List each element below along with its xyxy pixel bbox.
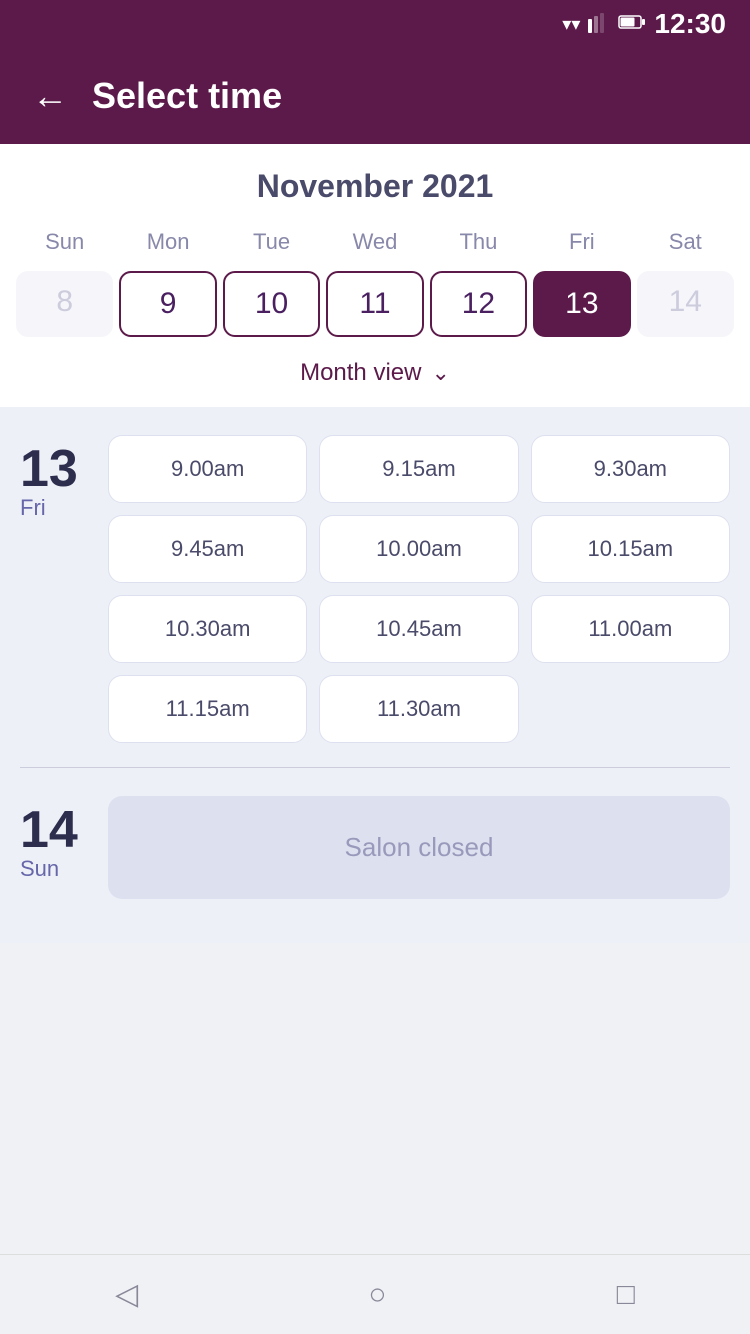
time-slots-section: 13 Fri 9.00am 9.15am 9.30am 9.45am 10.00…	[0, 407, 750, 943]
date-11[interactable]: 11	[326, 271, 423, 337]
date-12[interactable]: 12	[430, 271, 527, 337]
month-title: November 2021	[16, 168, 734, 205]
chevron-down-icon: ⌄	[431, 360, 449, 386]
nav-home-icon[interactable]: ○	[368, 1278, 386, 1312]
slot-930am[interactable]: 9.30am	[531, 435, 730, 503]
bottom-nav: ◁ ○ □	[0, 1254, 750, 1334]
day-block-13: 13 Fri 9.00am 9.15am 9.30am 9.45am 10.00…	[20, 435, 730, 743]
salon-closed-block: Salon closed	[108, 796, 730, 899]
day-headers-row: Sun Mon Tue Wed Thu Fri Sat	[16, 225, 734, 259]
date-13[interactable]: 13	[533, 271, 630, 337]
date-9[interactable]: 9	[119, 271, 216, 337]
day-header-wed: Wed	[326, 225, 423, 259]
slot-945am[interactable]: 9.45am	[108, 515, 307, 583]
day-header-fri: Fri	[533, 225, 630, 259]
day-header-tue: Tue	[223, 225, 320, 259]
day-block-14: 14 Sun Salon closed	[20, 796, 730, 899]
day-label-14: 14 Sun	[20, 796, 92, 899]
slots-grid-13: 9.00am 9.15am 9.30am 9.45am 10.00am 10.1…	[108, 435, 730, 743]
wifi-icon: ▾▾	[562, 14, 580, 35]
slot-1030am[interactable]: 10.30am	[108, 595, 307, 663]
header: ← Select time	[0, 48, 750, 144]
day-header-mon: Mon	[119, 225, 216, 259]
slot-1015am[interactable]: 10.15am	[531, 515, 730, 583]
dates-row: 8 9 10 11 12 13 14	[16, 271, 734, 337]
calendar-section: November 2021 Sun Mon Tue Wed Thu Fri Sa…	[0, 144, 750, 407]
slot-1000am[interactable]: 10.00am	[319, 515, 518, 583]
day-header-thu: Thu	[430, 225, 527, 259]
signal-icon	[588, 11, 610, 38]
nav-recent-icon[interactable]: □	[617, 1278, 635, 1312]
day-label-13: 13 Fri	[20, 435, 92, 743]
slot-1100am[interactable]: 11.00am	[531, 595, 730, 663]
day-header-sun: Sun	[16, 225, 113, 259]
month-view-toggle[interactable]: Month view ⌄	[16, 349, 734, 391]
header-title: Select time	[92, 75, 282, 117]
nav-back-icon[interactable]: ◁	[115, 1277, 138, 1312]
day-name-sun: Sun	[20, 856, 59, 882]
slot-1130am[interactable]: 11.30am	[319, 675, 518, 743]
status-icons: ▾▾ 12:30	[562, 8, 726, 40]
status-time: 12:30	[654, 8, 726, 40]
battery-icon	[618, 14, 646, 35]
month-view-label: Month view	[300, 359, 421, 387]
slot-1115am[interactable]: 11.15am	[108, 675, 307, 743]
divider	[20, 767, 730, 768]
day-number-14: 14	[20, 804, 78, 856]
day-name-fri: Fri	[20, 495, 46, 521]
back-button[interactable]: ←	[32, 78, 68, 114]
date-10[interactable]: 10	[223, 271, 320, 337]
day-header-sat: Sat	[637, 225, 734, 259]
slot-915am[interactable]: 9.15am	[319, 435, 518, 503]
date-14: 14	[637, 271, 734, 337]
day-number-13: 13	[20, 443, 78, 495]
slot-1045am[interactable]: 10.45am	[319, 595, 518, 663]
status-bar: ▾▾ 12:30	[0, 0, 750, 48]
slot-900am[interactable]: 9.00am	[108, 435, 307, 503]
date-8: 8	[16, 271, 113, 337]
